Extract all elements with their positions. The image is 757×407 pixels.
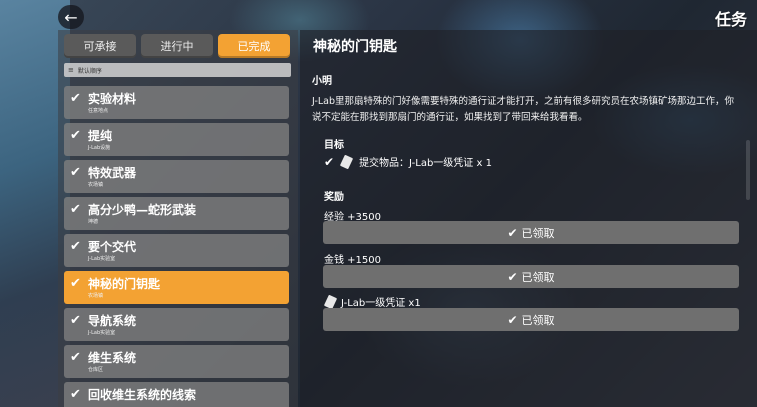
back-button[interactable]: ← [58, 5, 84, 29]
quest-location: 农场镇 [88, 293, 104, 299]
quest-item-selected[interactable]: ✔ 神秘的门钥匙 农场镇 [64, 271, 289, 304]
quest-item[interactable]: ✔ 高分少鸭—蛇形武装 坤德 [64, 197, 289, 230]
claim-button-label: 已领取 [521, 226, 555, 240]
quest-location: 坤德 [88, 219, 99, 225]
goal-item: ✔ 提交物品：J-Lab一级凭证 x 1 [324, 154, 492, 169]
quest-name: 高分少鸭—蛇形武装 [88, 203, 197, 217]
quest-item[interactable]: ✔ 导航系统 J-Lab实验室 [64, 308, 289, 341]
claim-reward-button[interactable]: ✔ 已领取 [323, 265, 739, 288]
quest-item[interactable]: ✔ 实验材料 任意地点 [64, 86, 289, 119]
quest-giver: 小明 [312, 76, 332, 87]
quest-location: J-Lab设施 [88, 145, 111, 151]
quest-location: J-Lab实验室 [88, 330, 116, 336]
reward-item: J-Lab一级凭证 x1 [323, 294, 421, 309]
claim-button-label: 已领取 [521, 270, 555, 284]
tab-available[interactable]: 可承接 [64, 34, 136, 58]
quest-list: ✔ 实验材料 任意地点 ✔ 提纯 J-Lab设施 ✔ 特效武器 农场镇 ✔ 高分… [64, 86, 289, 407]
quest-name: 要个交代 [88, 240, 137, 254]
page-title: 任务 [714, 10, 747, 29]
sort-icon: ≡ [68, 66, 74, 74]
quest-description: J-Lab里那扇特殊的门好像需要特殊的通行证才能打开，之前有很多研究员在农场镇矿… [312, 96, 735, 123]
reward-label: J-Lab一级凭证 x1 [341, 298, 421, 309]
quest-name: 提纯 [88, 129, 113, 143]
quest-name: 回收维生系统的线索 [88, 388, 197, 402]
quest-item[interactable]: ✔ 提纯 J-Lab设施 [64, 123, 289, 156]
check-icon: ✔ [70, 91, 81, 106]
quest-name: 实验材料 [88, 92, 137, 106]
quest-title: 神秘的门钥匙 [313, 39, 397, 55]
check-icon: ✔ [70, 128, 81, 143]
check-icon: ✔ [507, 312, 518, 327]
check-icon: ✔ [507, 269, 518, 284]
quest-item[interactable]: ✔ 要个交代 J-Lab实验室 [64, 234, 289, 267]
quest-detail-panel: 神秘的门钥匙 小明 J-Lab里那扇特殊的门好像需要特殊的通行证才能打开，之前有… [300, 30, 757, 407]
goal-text: 提交物品：J-Lab一级凭证 x 1 [359, 158, 492, 169]
check-icon: ✔ [70, 350, 81, 365]
quest-location: 农场镇 [88, 182, 104, 188]
card-icon [323, 294, 338, 309]
check-icon: ✔ [70, 387, 81, 402]
quest-name: 维生系统 [88, 351, 137, 365]
quest-name: 神秘的门钥匙 [88, 277, 161, 291]
tab-completed[interactable]: 已完成 [218, 34, 290, 58]
quest-item[interactable]: ✔ 特效武器 农场镇 [64, 160, 289, 193]
claim-button-label: 已领取 [521, 313, 555, 327]
check-icon: ✔ [507, 225, 518, 240]
claim-reward-button[interactable]: ✔ 已领取 [323, 308, 739, 331]
quest-tabs: 可承接 进行中 已完成 [64, 34, 290, 58]
quest-name: 导航系统 [88, 314, 137, 328]
card-icon [339, 154, 354, 169]
sort-label: 默认顺序 [77, 67, 102, 75]
quest-item[interactable]: ✔ 回收维生系统的线索 [64, 382, 289, 407]
tab-in-progress[interactable]: 进行中 [141, 34, 213, 58]
check-icon: ✔ [70, 239, 81, 254]
sort-dropdown[interactable]: ≡ 默认顺序 [64, 63, 291, 77]
claim-reward-button[interactable]: ✔ 已领取 [323, 221, 739, 244]
description-scrollbar[interactable] [746, 140, 750, 200]
quest-location: 任意地点 [88, 108, 109, 114]
check-icon: ✔ [324, 154, 335, 169]
quest-location: 仓库区 [88, 367, 104, 373]
quest-list-panel: 可承接 进行中 已完成 ≡ 默认顺序 ✔ 实验材料 任意地点 ✔ 提纯 J-La… [58, 30, 298, 407]
reward-label: 金钱 +1500 [324, 255, 382, 266]
check-icon: ✔ [70, 202, 81, 217]
quest-name: 特效武器 [88, 166, 137, 180]
goal-heading: 目标 [324, 140, 344, 151]
arrow-left-icon: ← [64, 7, 78, 27]
reward-heading: 奖励 [324, 192, 344, 203]
quest-location: J-Lab实验室 [88, 256, 116, 262]
check-icon: ✔ [70, 276, 81, 291]
check-icon: ✔ [70, 313, 81, 328]
check-icon: ✔ [70, 165, 81, 180]
quest-item[interactable]: ✔ 维生系统 仓库区 [64, 345, 289, 378]
